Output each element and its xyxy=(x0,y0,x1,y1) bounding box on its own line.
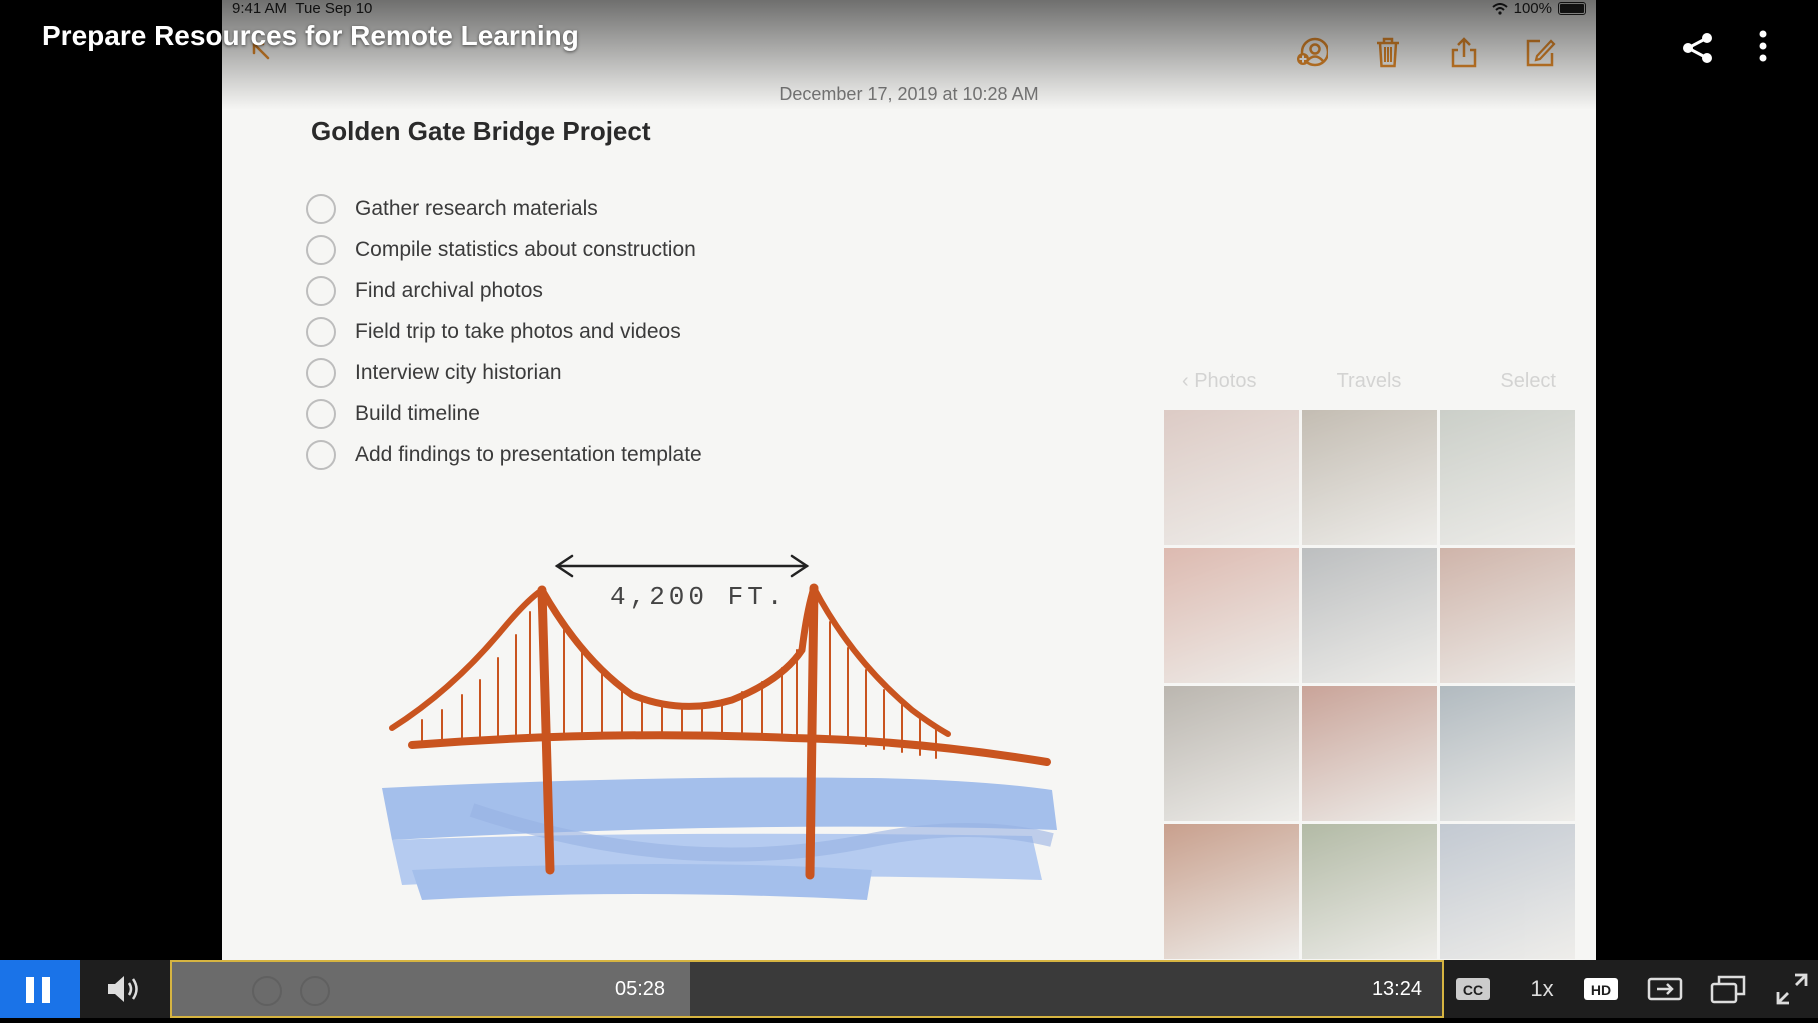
ipad-status-bar: 9:41 AM Tue Sep 10 100% xyxy=(232,0,1586,17)
seek-bar[interactable]: 05:28 13:24 xyxy=(170,960,1444,1018)
closed-captions-button[interactable]: CC xyxy=(1455,972,1491,1006)
ipad-notes-screen: 9:41 AM Tue Sep 10 100% December 17, 201… xyxy=(222,0,1596,960)
add-people-icon[interactable] xyxy=(1296,36,1328,68)
checklist-item: Field trip to take photos and videos xyxy=(306,311,702,352)
checklist-item: Interview city historian xyxy=(306,352,702,393)
pause-icon xyxy=(26,977,50,1003)
photo-thumbnail[interactable] xyxy=(1440,824,1575,959)
checklist-item-label[interactable]: Add findings to presentation template xyxy=(355,443,702,467)
checklist-item-label[interactable]: Interview city historian xyxy=(355,361,562,385)
measurement-label: 4,200 FT. xyxy=(610,582,786,612)
checklist: Gather research materials Compile statis… xyxy=(306,188,702,475)
checklist-item-label[interactable]: Find archival photos xyxy=(355,279,543,303)
photo-thumbnail[interactable] xyxy=(1164,548,1299,683)
video-frame[interactable]: 9:41 AM Tue Sep 10 100% December 17, 201… xyxy=(0,0,1818,960)
status-time: 9:41 AM Tue Sep 10 xyxy=(232,0,373,17)
checklist-item: Gather research materials xyxy=(306,188,702,229)
fullscreen-icon[interactable] xyxy=(1775,972,1809,1006)
theater-mode-icon[interactable] xyxy=(1647,972,1683,1006)
trash-icon[interactable] xyxy=(1372,36,1404,68)
note-date: December 17, 2019 at 10:28 AM xyxy=(779,84,1039,104)
checklist-item-label[interactable]: Compile statistics about construction xyxy=(355,238,696,262)
svg-text:CC: CC xyxy=(1463,982,1483,998)
more-options-icon[interactable] xyxy=(1748,28,1778,68)
photo-thumbnail[interactable] xyxy=(1440,686,1575,821)
photo-thumbnail[interactable] xyxy=(1302,824,1437,959)
photo-thumbnail[interactable] xyxy=(1302,686,1437,821)
checkbox[interactable] xyxy=(306,398,336,429)
photo-thumbnail[interactable] xyxy=(1164,686,1299,821)
checklist-item-label[interactable]: Field trip to take photos and videos xyxy=(355,320,681,344)
photo-thumbnail[interactable] xyxy=(1164,824,1299,959)
checkbox[interactable] xyxy=(306,439,336,470)
volume-icon[interactable] xyxy=(104,972,144,1006)
compose-icon[interactable] xyxy=(1524,36,1556,68)
seek-bar-played xyxy=(172,962,691,1016)
checklist-item-label[interactable]: Gather research materials xyxy=(355,197,598,221)
photo-thumbnail[interactable] xyxy=(1440,410,1575,545)
note-title[interactable]: Golden Gate Bridge Project xyxy=(311,116,651,147)
checklist-item: Compile statistics about construction xyxy=(306,229,702,270)
video-title: Prepare Resources for Remote Learning xyxy=(42,20,579,51)
ghost-control-icon xyxy=(300,976,330,1006)
status-right: 100% xyxy=(1491,0,1586,17)
wifi-icon xyxy=(1491,2,1508,15)
checkbox[interactable] xyxy=(306,275,336,306)
photo-grid xyxy=(1164,410,1575,959)
pause-button[interactable] xyxy=(0,960,80,1018)
share-icon[interactable] xyxy=(1448,36,1480,68)
battery-icon xyxy=(1558,2,1586,15)
playback-speed-button[interactable]: 1x xyxy=(1522,972,1562,1006)
checkbox[interactable] xyxy=(306,316,336,347)
ghost-control-icon xyxy=(252,976,282,1006)
checkbox[interactable] xyxy=(306,357,336,388)
measurement-arrow xyxy=(554,554,810,578)
checkbox[interactable] xyxy=(306,234,336,265)
checklist-item: Add findings to presentation template xyxy=(306,434,702,475)
photo-thumbnail[interactable] xyxy=(1302,410,1437,545)
note-toolbar xyxy=(1296,36,1556,68)
picture-in-picture-icon[interactable] xyxy=(1710,972,1746,1006)
photo-thumbnail[interactable] xyxy=(1440,548,1575,683)
checkbox[interactable] xyxy=(306,193,336,224)
current-time: 05:28 xyxy=(615,978,666,1000)
video-controls-bar: 05:28 13:24 CC 1x HD xyxy=(0,960,1818,1018)
photos-select-button[interactable]: Select xyxy=(1500,370,1556,393)
checklist-item-label[interactable]: Build timeline xyxy=(355,402,480,426)
share-icon[interactable] xyxy=(1680,30,1716,66)
hd-quality-button[interactable]: HD xyxy=(1584,972,1618,1006)
photos-header: ‹ Photos Travels Select xyxy=(1164,350,1574,410)
photo-thumbnail[interactable] xyxy=(1164,410,1299,545)
svg-text:HD: HD xyxy=(1591,982,1611,998)
photo-thumbnail[interactable] xyxy=(1302,548,1437,683)
total-time: 13:24 xyxy=(1371,978,1422,1000)
water-strokes xyxy=(382,777,1057,900)
checklist-item: Build timeline xyxy=(306,393,702,434)
photos-panel[interactable]: ‹ Photos Travels Select xyxy=(1164,350,1575,960)
bridge-sketch[interactable]: 4,200 FT. xyxy=(352,540,1252,920)
battery-percent: 100% xyxy=(1513,0,1552,17)
checklist-item: Find archival photos xyxy=(306,270,702,311)
